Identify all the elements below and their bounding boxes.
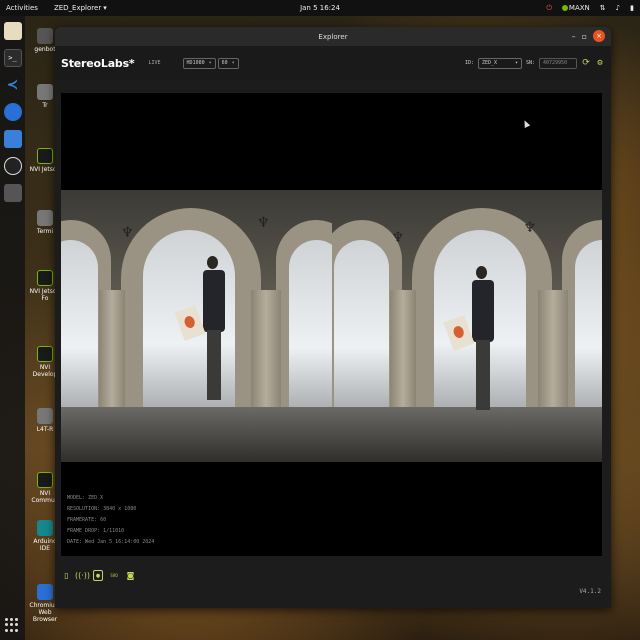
activities-button[interactable]: Activities xyxy=(6,4,38,12)
obs-icon[interactable] xyxy=(3,157,22,175)
camera-icon[interactable]: ◙ xyxy=(125,570,136,581)
app-menu[interactable]: ZED_Explorer ▾ xyxy=(54,4,107,12)
power-mode-indicator[interactable]: MAXN xyxy=(561,4,590,12)
nvidia-icon xyxy=(561,5,568,11)
wall-sconce: ♆ xyxy=(121,225,134,241)
trash-icon xyxy=(37,84,53,100)
tool-buttons: ▯ ((·)) ● SVO ◙ xyxy=(61,570,136,581)
version-label: V4.1.2 xyxy=(579,588,601,595)
network-icon[interactable]: ⇅ xyxy=(600,4,606,12)
frame-drop-info: FRAME DROP: 1/11010 xyxy=(67,528,125,534)
system-tray[interactable]: ⏻ MAXN ⇅ ♪ ▮ xyxy=(546,4,634,13)
files-icon[interactable] xyxy=(3,22,22,40)
chevron-down-icon: ▾ xyxy=(514,60,518,66)
wall-sconce: ♆ xyxy=(257,215,270,231)
window-title: Explorer xyxy=(318,32,348,41)
power-icon[interactable]: ⏻ xyxy=(546,4,552,13)
gear-icon[interactable]: ⚙ xyxy=(595,58,605,68)
id-label: ID: xyxy=(464,60,474,66)
camera-id-value: ZED_X xyxy=(481,60,498,66)
refresh-icon[interactable]: ⟳ xyxy=(581,58,591,68)
chevron-down-icon: ▾ xyxy=(103,4,107,12)
stream-icon[interactable]: ((·)) xyxy=(75,570,90,581)
arduino-icon xyxy=(37,520,53,536)
nvidia-icon xyxy=(37,148,53,164)
chromium-icon xyxy=(37,584,53,600)
zed-explorer-icon[interactable] xyxy=(3,184,22,202)
terminal-icon xyxy=(37,210,53,226)
app-menu-label: ZED_Explorer xyxy=(53,4,102,12)
date-info: DATE: Wed Jan 5 16:14:00 2024 xyxy=(67,539,155,545)
file-icon[interactable]: ▯ xyxy=(61,570,72,581)
app-toolbar: StereoLabs* LIVE HD1080 ▾ 60 ▾ ID: ZED_X… xyxy=(55,46,611,80)
framerate-info: FRAMERATE: 60 xyxy=(67,517,107,523)
document-icon xyxy=(37,408,53,424)
chevron-down-icon: ▾ xyxy=(231,60,235,66)
left-camera-frame: ♆ ♆ xyxy=(61,190,332,462)
resolution-select[interactable]: HD1080 ▾ xyxy=(182,57,216,69)
volume-icon[interactable]: ♪ xyxy=(616,4,620,12)
fps-select[interactable]: 60 ▾ xyxy=(217,57,239,69)
stereo-feed: ♆ ♆ ♆ ♆ xyxy=(61,190,602,462)
video-viewport[interactable]: ♆ ♆ ♆ ♆ MODEL: ZED X RESOLUTION: 3840 x … xyxy=(61,93,602,556)
model-info: MODEL: ZED X xyxy=(67,495,104,501)
terminal-icon[interactable]: >_ xyxy=(3,49,22,67)
clock[interactable]: Jan 5 16:24 xyxy=(300,4,340,12)
right-camera-frame: ♆ ♆ xyxy=(331,190,602,462)
svo-button[interactable]: SVO xyxy=(108,570,120,581)
dock: >_ ≺ xyxy=(0,16,25,640)
minimize-button[interactable]: – xyxy=(572,32,576,41)
nvidia-icon xyxy=(37,346,53,362)
explorer-window: Explorer – ▫ × StereoLabs* LIVE HD1080 ▾… xyxy=(55,27,611,608)
bottom-toolbar: ▯ ((·)) ● SVO ◙ V4.1.2 xyxy=(55,562,611,608)
chromium-icon[interactable] xyxy=(3,103,22,121)
vscode-icon[interactable]: ≺ xyxy=(4,76,22,94)
wall-sconce: ♆ xyxy=(391,230,405,246)
home-folder-icon xyxy=(37,28,53,44)
camera-info: MODEL: ZED X RESOLUTION: 3840 x 1080 FRA… xyxy=(67,493,154,548)
chevron-down-icon: ▾ xyxy=(208,60,212,66)
stereolabs-logo: StereoLabs* xyxy=(61,56,135,70)
resolution-value: HD1080 xyxy=(186,60,205,66)
nvidia-icon xyxy=(37,270,53,286)
fps-value: 60 xyxy=(221,60,228,66)
maximize-button[interactable]: ▫ xyxy=(582,32,587,41)
show-apps-icon[interactable] xyxy=(5,618,19,632)
screenshot-icon[interactable] xyxy=(3,130,22,148)
window-titlebar[interactable]: Explorer – ▫ × xyxy=(55,27,611,46)
battery-icon[interactable]: ▮ xyxy=(630,4,634,12)
serial-number-value: 40729950 xyxy=(543,60,568,66)
power-mode-label: MAXN xyxy=(568,4,590,12)
nvidia-icon xyxy=(37,472,53,488)
resolution-info: RESOLUTION: 3840 x 1080 xyxy=(67,506,137,512)
close-button[interactable]: × xyxy=(593,30,605,42)
camera-id-group: ID: ZED_X ▾ SN: 40729950 ⟳ ⚙ xyxy=(464,57,605,69)
top-bar: Activities ZED_Explorer ▾ Jan 5 16:24 ⏻ … xyxy=(0,0,640,16)
serial-number-field[interactable]: 40729950 xyxy=(539,57,577,69)
sn-label: SN: xyxy=(525,60,535,66)
record-button[interactable]: ● xyxy=(93,570,103,581)
wall-sconce: ♆ xyxy=(523,220,537,236)
camera-id-select[interactable]: ZED_X ▾ xyxy=(477,57,522,69)
window-controls: – ▫ × xyxy=(572,30,605,42)
live-indicator: LIVE xyxy=(148,60,161,66)
